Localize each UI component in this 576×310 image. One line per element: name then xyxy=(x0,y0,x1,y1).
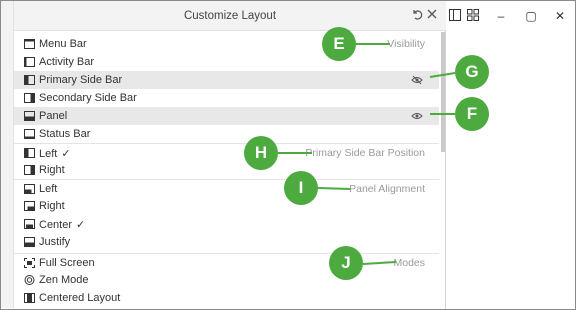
secondary-side-bar-icon xyxy=(24,93,35,103)
panel-label: Panel xyxy=(39,110,68,122)
reset-icon[interactable] xyxy=(410,8,424,22)
activity-bar-label: Activity Bar xyxy=(39,56,95,68)
callout-h: H xyxy=(244,136,278,170)
customize-layout-icon[interactable] xyxy=(466,9,480,23)
side-bar-left-label: Left ✓ xyxy=(39,148,71,160)
secondary-side-bar-option[interactable]: Secondary Side Bar xyxy=(14,89,439,107)
eye-hidden-icon[interactable] xyxy=(411,75,423,85)
window-toolbar: – ▢ ✕ xyxy=(446,1,575,31)
centered-layout-option[interactable]: Centered Layout xyxy=(14,289,439,307)
panel-align-center-option[interactable]: Center ✓ xyxy=(14,215,439,233)
panel-align-left-label: Left xyxy=(39,183,58,195)
zen-mode-icon xyxy=(24,275,35,285)
panel-alignment-section-label: Panel Alignment xyxy=(349,183,425,195)
modes-section-label: Modes xyxy=(393,257,425,269)
zen-mode-label: Zen Mode xyxy=(39,274,89,286)
menu-bar-icon xyxy=(24,39,35,49)
side-bar-position-section-label: Primary Side Bar Position xyxy=(305,147,425,159)
scrollbar[interactable] xyxy=(441,32,445,152)
primary-side-bar-label: Primary Side Bar xyxy=(39,74,123,86)
callout-f: F xyxy=(455,97,489,131)
side-bar-left-icon xyxy=(24,148,35,158)
panel-align-right-option[interactable]: Right xyxy=(14,197,439,215)
minimize-button[interactable]: – xyxy=(494,9,508,23)
centered-layout-icon xyxy=(24,293,35,303)
window-close-button[interactable]: ✕ xyxy=(553,9,567,23)
panel-titlebar: Customize Layout xyxy=(14,1,446,31)
zen-mode-option[interactable]: Zen Mode xyxy=(14,271,439,289)
eye-icon[interactable] xyxy=(411,111,423,121)
status-bar-option[interactable]: Status Bar xyxy=(14,125,439,143)
panel-align-justify-icon xyxy=(24,237,35,247)
secondary-side-bar-label: Secondary Side Bar xyxy=(39,92,137,104)
panel-icon xyxy=(24,111,35,121)
check-icon: ✓ xyxy=(61,148,71,160)
callout-i: I xyxy=(284,171,318,205)
panel-align-right-label: Right xyxy=(39,200,65,212)
customize-layout-panel: Customize Layout Menu Bar Visibility Act… xyxy=(14,1,446,309)
maximize-button[interactable]: ▢ xyxy=(524,9,538,23)
activity-bar-icon xyxy=(24,57,35,67)
menu-bar-option[interactable]: Menu Bar Visibility xyxy=(14,35,439,53)
panel-align-left-option[interactable]: Left Panel Alignment xyxy=(14,179,439,197)
full-screen-icon xyxy=(24,258,35,268)
panel-align-left-icon xyxy=(24,184,35,194)
full-screen-option[interactable]: Full Screen Modes xyxy=(14,253,439,271)
primary-side-bar-option[interactable]: Primary Side Bar xyxy=(14,71,439,89)
panel-option[interactable]: Panel xyxy=(14,107,439,125)
close-icon[interactable] xyxy=(425,8,439,22)
check-icon: ✓ xyxy=(76,219,86,231)
panel-align-right-icon xyxy=(24,201,35,211)
panel-align-justify-option[interactable]: Justify xyxy=(14,233,439,251)
panel-align-justify-label: Justify xyxy=(39,236,71,248)
activity-bar-option[interactable]: Activity Bar xyxy=(14,53,439,71)
primary-side-bar-icon xyxy=(24,75,35,85)
panel-align-center-icon xyxy=(24,219,35,229)
side-bar-right-icon xyxy=(24,165,35,175)
callout-j: J xyxy=(329,246,363,280)
side-bar-right-label: Right xyxy=(39,164,65,176)
callout-g: G xyxy=(455,55,489,89)
side-bar-left-option[interactable]: Left ✓ Primary Side Bar Position xyxy=(14,143,439,161)
toggle-panel-icon[interactable] xyxy=(448,9,462,23)
full-screen-label: Full Screen xyxy=(39,257,95,269)
panel-align-center-label: Center ✓ xyxy=(39,219,86,231)
callout-e: E xyxy=(322,27,356,61)
panel-title: Customize Layout xyxy=(183,10,277,22)
menu-bar-label: Menu Bar xyxy=(39,38,87,50)
side-bar-right-option[interactable]: Right xyxy=(14,161,439,179)
status-bar-icon xyxy=(24,129,35,139)
status-bar-label: Status Bar xyxy=(39,128,91,140)
visibility-section-label: Visibility xyxy=(387,38,425,50)
left-edge-strip xyxy=(1,1,14,308)
centered-layout-label: Centered Layout xyxy=(39,292,121,304)
